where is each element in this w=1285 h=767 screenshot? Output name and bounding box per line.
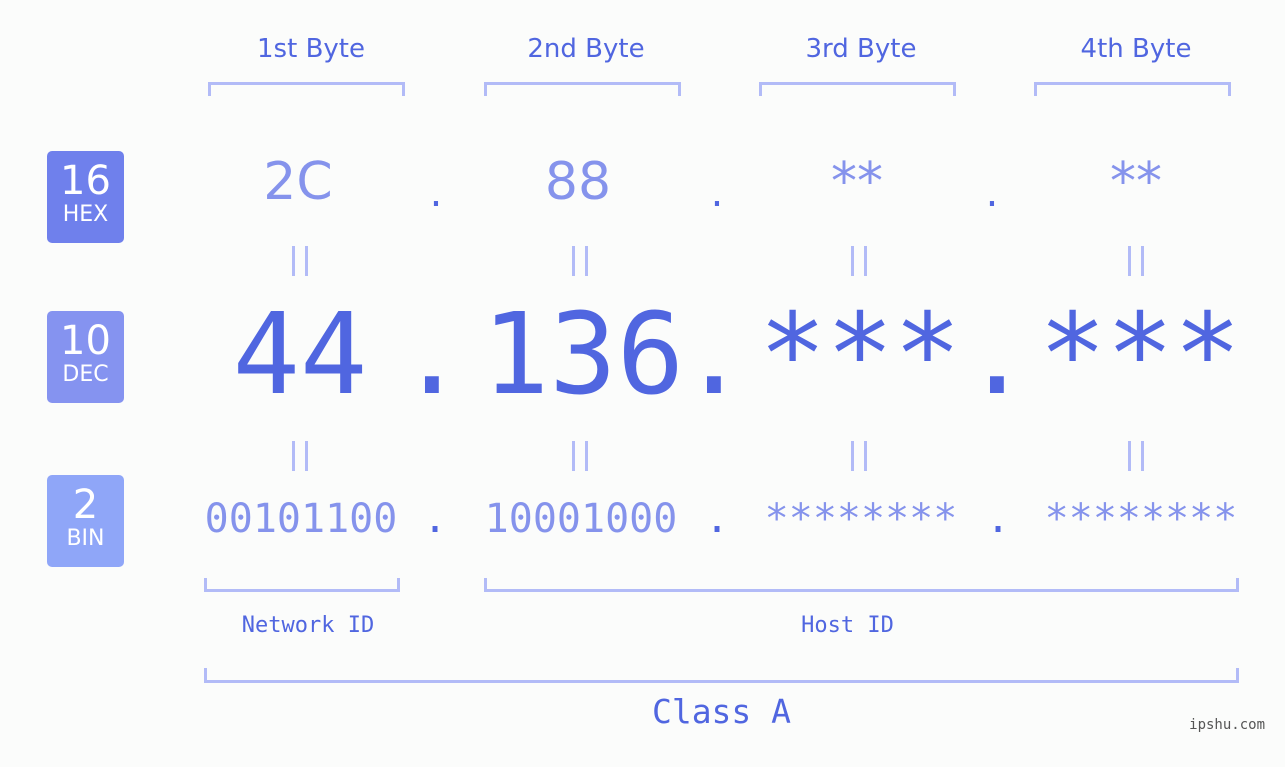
dec-separator-1: .: [398, 290, 466, 420]
equals-icon: [851, 246, 867, 276]
byte-bracket-4: [1034, 82, 1231, 96]
byte-bracket-3: [759, 82, 956, 96]
watermark: ipshu.com: [1189, 717, 1265, 733]
equals-icon: [572, 246, 588, 276]
byte-label-3: 3rd Byte: [805, 34, 917, 64]
dec-separator-2: .: [680, 290, 748, 420]
hex-badge: 16 HEX: [47, 151, 124, 243]
equals-icon: [851, 441, 867, 471]
hex-base-label: HEX: [62, 202, 109, 227]
bin-separator-1: .: [422, 496, 448, 542]
byte-label-1: 1st Byte: [257, 34, 365, 64]
hex-separator-2: .: [710, 170, 724, 216]
hex-separator-3: .: [985, 170, 999, 216]
network-id-bracket: [204, 578, 400, 592]
bin-separator-2: .: [704, 496, 730, 542]
host-id-bracket: [484, 578, 1239, 592]
byte-label-2: 2nd Byte: [527, 34, 645, 64]
bin-base-label: BIN: [66, 526, 105, 551]
equals-icon: [1128, 246, 1144, 276]
byte-bracket-2: [484, 82, 681, 96]
equals-icon: [292, 246, 308, 276]
dec-base-number: 10: [60, 318, 111, 364]
host-id-label: Host ID: [801, 613, 894, 638]
class-bracket: [204, 668, 1239, 683]
equals-icon: [572, 441, 588, 471]
bin-base-number: 2: [72, 482, 99, 528]
byte-label-4: 4th Byte: [1080, 34, 1192, 64]
class-label: Class A: [651, 692, 792, 731]
dec-badge: 10 DEC: [47, 311, 124, 403]
bin-separator-3: .: [985, 496, 1011, 542]
hex-separator-1: .: [429, 170, 443, 216]
dec-base-label: DEC: [62, 362, 109, 387]
network-id-label: Network ID: [241, 613, 375, 638]
hex-base-number: 16: [60, 158, 111, 204]
equals-icon: [292, 441, 308, 471]
equals-icon: [1128, 441, 1144, 471]
byte-bracket-1: [208, 82, 405, 96]
dec-separator-3: .: [963, 290, 1031, 420]
bin-badge: 2 BIN: [47, 475, 124, 567]
